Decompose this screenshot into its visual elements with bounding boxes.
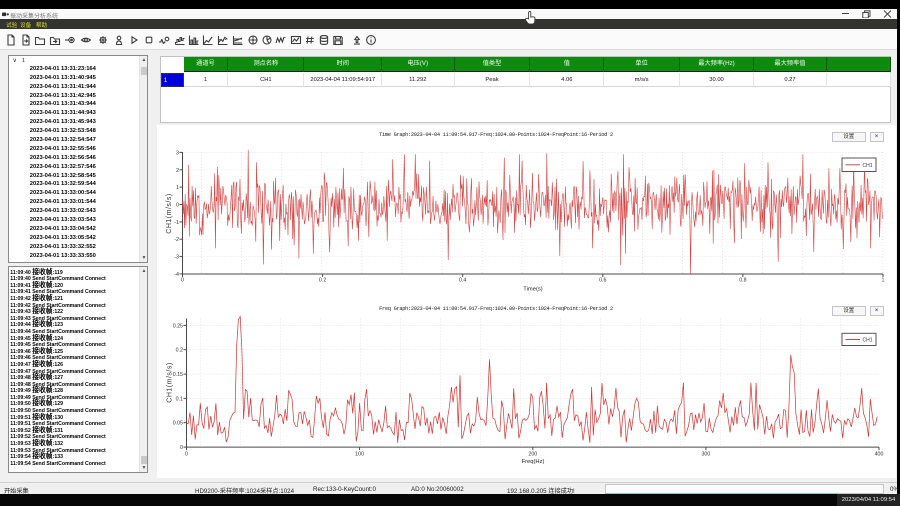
svg-text:0: 0 xyxy=(185,451,188,457)
svg-text:CH1: CH1 xyxy=(863,163,873,169)
svg-text:200: 200 xyxy=(528,451,537,457)
svg-text:100: 100 xyxy=(355,451,364,457)
svg-text:CH1(m/s/s): CH1(m/s/s) xyxy=(166,193,173,233)
svg-text:1: 1 xyxy=(882,277,885,283)
svg-text:-3: -3 xyxy=(174,254,179,260)
svg-text:0.15: 0.15 xyxy=(173,372,183,378)
svg-text:300: 300 xyxy=(701,451,710,457)
svg-text:-1: -1 xyxy=(174,219,179,225)
svg-text:0.1: 0.1 xyxy=(176,396,183,402)
svg-text:0.25: 0.25 xyxy=(173,323,183,329)
svg-text:0.6: 0.6 xyxy=(599,277,606,283)
svg-text:CH1: CH1 xyxy=(863,337,873,343)
svg-text:400: 400 xyxy=(875,451,884,457)
svg-text:2: 2 xyxy=(176,167,179,173)
svg-text:0.8: 0.8 xyxy=(739,277,746,283)
svg-text:0: 0 xyxy=(180,445,183,451)
svg-text:Time(s): Time(s) xyxy=(523,286,542,292)
svg-text:Freq(Hz): Freq(Hz) xyxy=(522,459,545,465)
svg-text:0.05: 0.05 xyxy=(173,420,183,426)
svg-text:-2: -2 xyxy=(174,237,179,243)
svg-text:0.2: 0.2 xyxy=(319,277,326,283)
svg-text:0: 0 xyxy=(181,277,184,283)
svg-text:3: 3 xyxy=(176,150,179,156)
svg-text:0: 0 xyxy=(176,202,179,208)
svg-text:-4: -4 xyxy=(174,271,179,277)
svg-text:CH1(m/s/s): CH1(m/s/s) xyxy=(167,362,174,402)
svg-text:0.4: 0.4 xyxy=(459,277,466,283)
svg-text:0.2: 0.2 xyxy=(176,347,183,353)
svg-text:1: 1 xyxy=(176,185,179,191)
